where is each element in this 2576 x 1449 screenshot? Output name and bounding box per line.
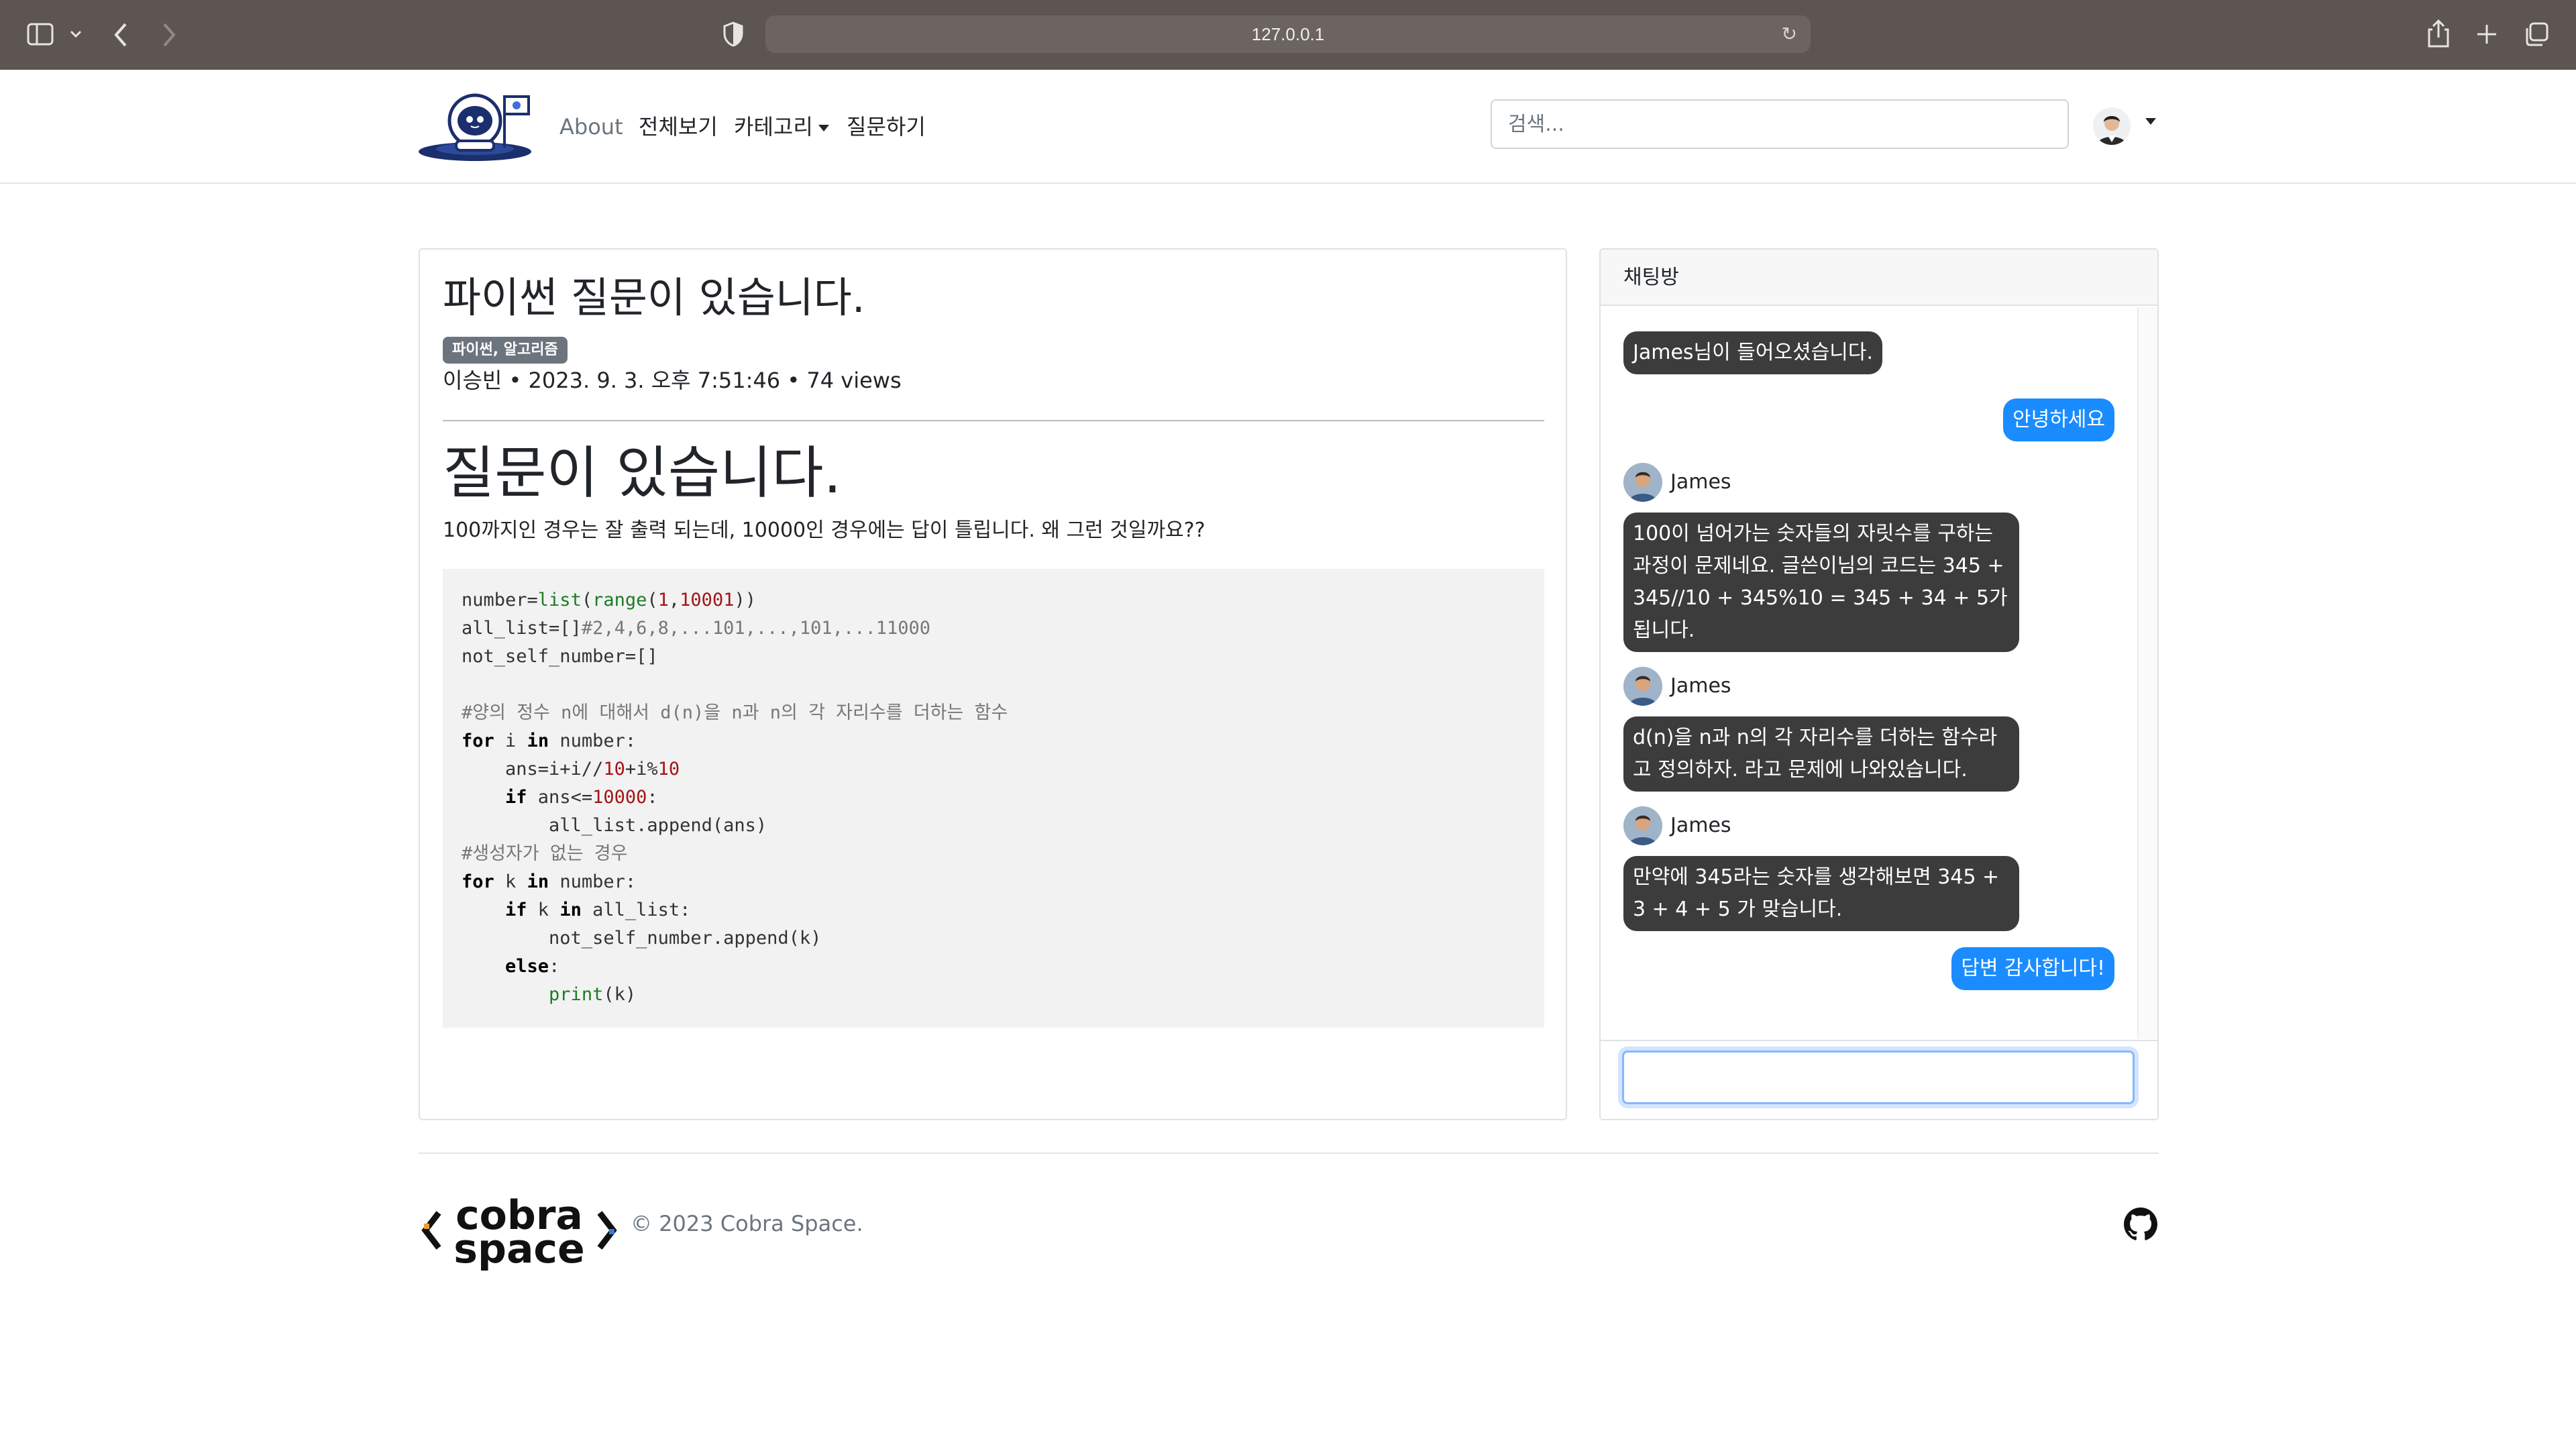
nav-about[interactable]: About <box>559 111 623 142</box>
content-text: 100까지인 경우는 잘 출력 되는데, 10000인 경우에는 답이 틀립니다… <box>443 519 1205 542</box>
back-icon[interactable] <box>113 21 129 48</box>
sender-avatar <box>1623 667 1662 706</box>
post-views: 74 views <box>806 368 902 393</box>
content-heading: 질문이 있습니다. <box>443 440 842 506</box>
cobra-space-logo[interactable]: cobra space <box>419 1190 620 1271</box>
chat-title: 채팅방 <box>1601 250 2157 306</box>
site-navbar: About 전체보기 카테고리 질문하기 <box>0 70 2576 184</box>
post-author: 이승빈 <box>443 368 502 393</box>
code-block: number=list(range(1,10001)) all_list=[]#… <box>443 569 1544 1028</box>
chevron-down-icon[interactable] <box>70 30 82 39</box>
tag-badge[interactable]: 파이썬, 알고리즘 <box>443 337 568 364</box>
meta-separator: • <box>787 368 807 393</box>
sender-avatar <box>1623 463 1662 502</box>
copyright-text: © 2023 Cobra Space. <box>631 1211 863 1236</box>
url-text: 127.0.0.1 <box>1251 24 1325 44</box>
chat-messages: James님이 들어오셨습니다. 안녕하세요 James 100이 넘어가는 숫… <box>1601 307 2137 1038</box>
post-card: 파이썬 질문이 있습니다. 파이썬, 알고리즘 이승빈 • 2023. 9. 3… <box>419 248 1567 1120</box>
post-date: 2023. 9. 3. 오후 7:51:46 <box>528 368 781 393</box>
chat-other-message: 만약에 345라는 숫자를 생각해보면 345 + 3 + 4 + 5 가 맞습… <box>1623 856 2019 931</box>
user-avatar[interactable] <box>2093 107 2131 145</box>
chat-other-message: 100이 넘어가는 숫자들의 자릿수를 구하는 과정이 문제네요. 글쓴이님의 … <box>1623 513 2019 652</box>
nav-category-label: 카테고리 <box>734 114 813 140</box>
share-icon[interactable] <box>2427 19 2450 48</box>
nav-category[interactable]: 카테고리 <box>734 111 829 142</box>
chat-input[interactable] <box>1622 1051 2135 1104</box>
sender-avatar <box>1623 806 1662 845</box>
tabs-icon[interactable] <box>2524 21 2549 47</box>
chevron-down-icon[interactable] <box>2145 118 2156 125</box>
chat-my-message: 안녕하세요 <box>2003 398 2114 441</box>
nav-all[interactable]: 전체보기 <box>639 111 718 142</box>
search-input[interactable] <box>1491 99 2069 149</box>
post-title: 파이썬 질문이 있습니다. <box>443 273 865 322</box>
nav-ask[interactable]: 질문하기 <box>847 111 926 142</box>
chat-panel: 채팅방 James님이 들어오셨습니다. 안녕하세요 James 100이 넘어… <box>1599 248 2159 1120</box>
astronaut-logo[interactable] <box>417 90 539 162</box>
divider <box>443 420 1544 421</box>
github-icon[interactable] <box>2124 1208 2157 1241</box>
chat-input-area <box>1601 1040 2157 1119</box>
chevron-down-icon <box>818 125 829 131</box>
browser-chrome: 127.0.0.1 ↻ <box>0 0 2576 70</box>
reload-icon[interactable]: ↻ <box>1782 15 1797 53</box>
chat-system-message: James님이 들어오셨습니다. <box>1623 331 1883 374</box>
logo-text-space: space <box>453 1226 584 1271</box>
forward-icon[interactable] <box>161 21 177 48</box>
footer-divider <box>419 1152 2159 1154</box>
chat-scrollbar[interactable] <box>2137 307 2157 1038</box>
address-bar[interactable]: 127.0.0.1 ↻ <box>765 15 1811 53</box>
shield-icon[interactable] <box>723 21 743 47</box>
sender-name: James <box>1670 470 1731 494</box>
sender-name: James <box>1670 674 1731 698</box>
sender-name: James <box>1670 814 1731 837</box>
chat-other-message: d(n)을 n과 n의 각 자리수를 더하는 함수라고 정의하자. 라고 문제에… <box>1623 716 2019 792</box>
meta-separator: • <box>508 368 529 393</box>
sidebar-icon[interactable] <box>27 23 54 46</box>
post-meta: 이승빈 • 2023. 9. 3. 오후 7:51:46 • 74 views <box>443 365 902 396</box>
new-tab-icon[interactable] <box>2475 23 2498 46</box>
chat-my-message: 답변 감사합니다! <box>1951 947 2114 990</box>
